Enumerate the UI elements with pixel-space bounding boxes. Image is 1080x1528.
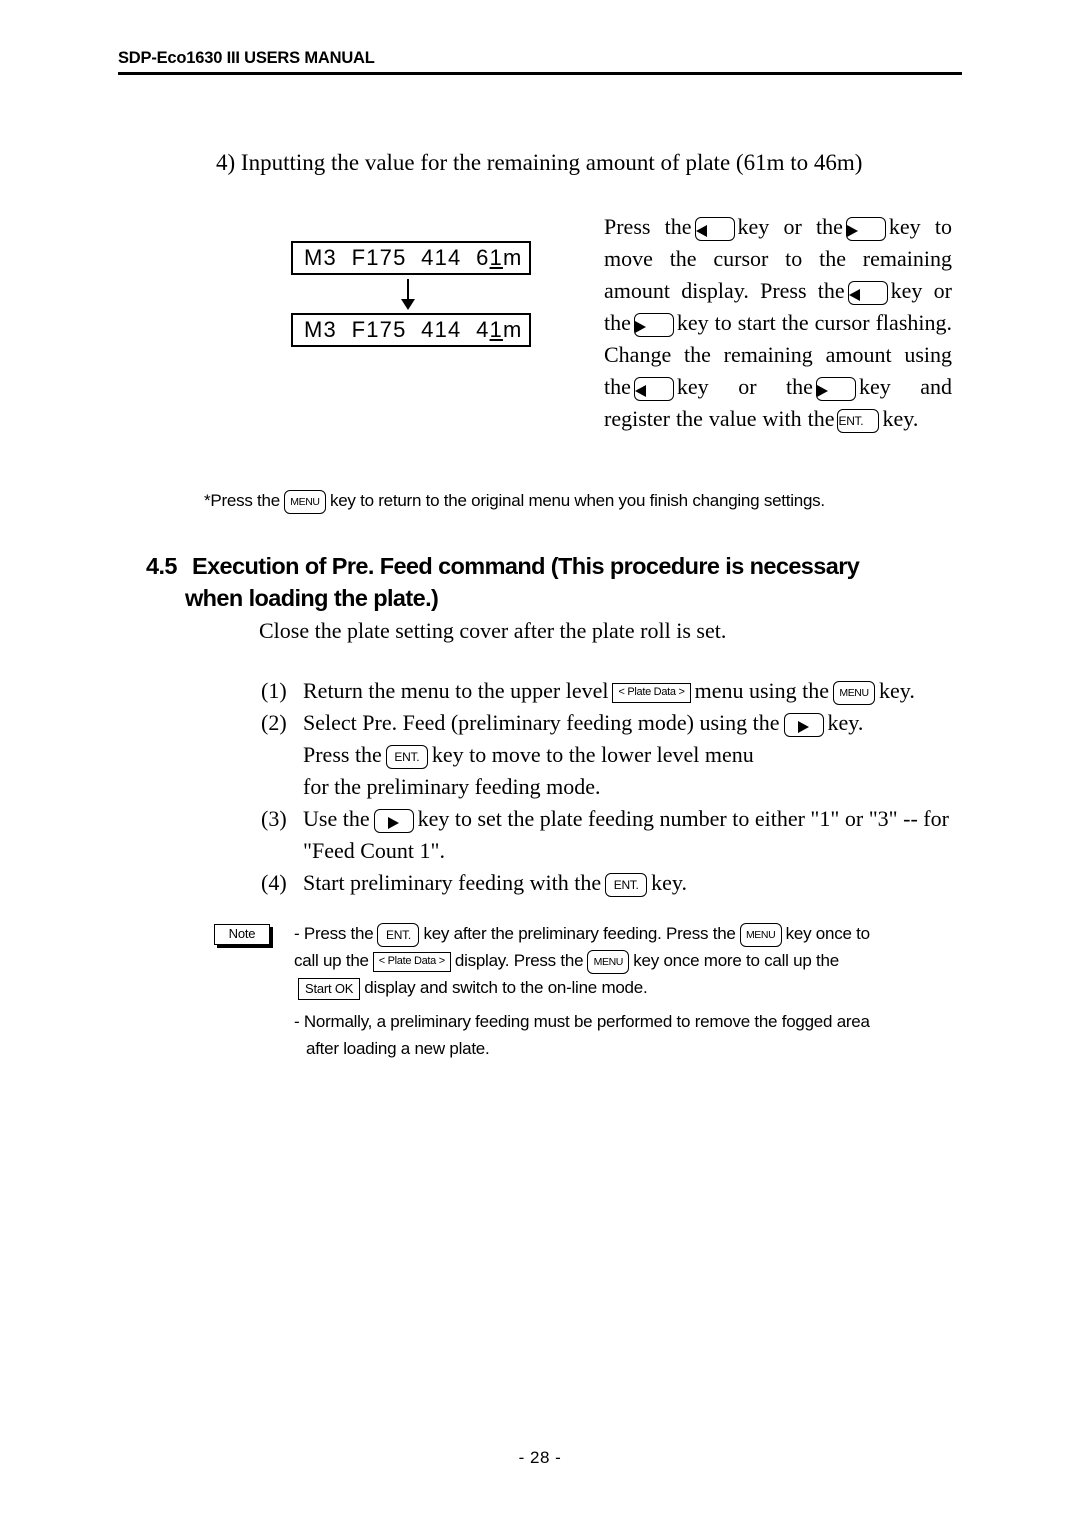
right-arrow-key[interactable] <box>845 216 886 241</box>
right-arrow-icon <box>388 816 400 829</box>
plate-data-tag: < Plate Data > <box>612 682 691 703</box>
ent-key[interactable]: ENT. <box>385 744 428 769</box>
lcd-before-suffix: m <box>502 245 523 270</box>
note-text-2b: display. Press the <box>454 951 584 970</box>
right-arrow-icon <box>634 320 646 333</box>
press-text-2: key or the <box>737 214 843 239</box>
arrow-head <box>401 299 415 310</box>
heading-line-1: Execution of Pre. Feed command (This pro… <box>192 553 860 579</box>
manual-title: SDP-Eco1630 III USERS MANUAL <box>118 49 375 67</box>
menu-return-note: *Press the MENU key to return to the origi… <box>204 489 964 514</box>
right-arrow-icon <box>798 720 810 733</box>
step1-text-3: key. <box>879 678 915 703</box>
right-arrow-icon <box>816 384 828 397</box>
note-body: - Press the ENT. key after the preliminary… <box>294 920 964 1001</box>
lcd-after-prefix: M3 F175 414 4 <box>304 317 490 342</box>
lcd-display-after: M3 F175 414 41m <box>291 313 531 347</box>
menu-key[interactable]: MENU <box>739 922 782 947</box>
step1-text-1: Return the menu to the upper level <box>303 678 609 703</box>
lcd-after-cursor-digit: 1 <box>489 317 503 342</box>
left-arrow-key[interactable] <box>694 216 735 241</box>
menu-key[interactable]: MENU <box>283 489 326 514</box>
step-number: (2) <box>261 710 287 735</box>
left-arrow-key[interactable] <box>847 280 888 305</box>
note-text-3a: display and switch to the on-line mode. <box>364 978 648 997</box>
step2-subline-1: Press the ENT. key to move to the lower le… <box>261 739 863 771</box>
section-4-5-heading: 4.5 Execution of Pre. Feed command (This … <box>146 550 956 614</box>
step-content: Return the menu to the upper level < Plat… <box>303 675 915 707</box>
left-arrow-icon <box>634 384 646 397</box>
header-divider <box>118 72 962 75</box>
left-arrow-icon <box>848 288 860 301</box>
note-text-2c: key once more to call up the <box>633 951 839 970</box>
list-item: (2) Select Pre. Feed (preliminary feeding… <box>261 707 863 803</box>
step-content: Select Pre. Feed (preliminary feeding mo… <box>303 707 863 739</box>
menu-key[interactable]: MENU <box>833 680 876 705</box>
step1-text-2: menu using the <box>694 678 830 703</box>
note-text-1a: - Press the <box>294 924 374 943</box>
step-content: Start preliminary feeding with the ENT. ke… <box>303 867 687 899</box>
step2-sub-text-1: Press the <box>303 742 382 767</box>
step-content: Use the key to set the plate feeding numb… <box>303 803 949 835</box>
lcd-before-cursor-digit: 1 <box>489 245 503 270</box>
arrow-shaft <box>407 279 409 301</box>
start-ok-tag: Start OK <box>298 977 361 1000</box>
press-text-8: key. <box>882 406 919 431</box>
step3-text-1: Use the <box>303 806 370 831</box>
note-text-1c: key once to <box>785 924 870 943</box>
step4-text-2: key. <box>651 870 687 895</box>
note-line-1: - Press the ENT. key after the preliminary… <box>294 920 964 947</box>
press-key-instructions: Press the key or the key to move the curso… <box>604 211 952 435</box>
section-4-title: 4) Inputting the value for the remaining… <box>216 150 863 175</box>
press-text-6: key or the <box>676 374 813 399</box>
step-number: (4) <box>261 870 287 895</box>
ent-key[interactable]: ENT. <box>377 922 420 947</box>
menu-key[interactable]: MENU <box>587 949 630 974</box>
list-item: (1) Return the menu to the upper level < P… <box>261 675 915 707</box>
plate-data-tag: < Plate Data > <box>372 951 451 972</box>
note-text-1b: key after the preliminary feeding. Press… <box>423 924 736 943</box>
right-arrow-icon <box>846 224 858 237</box>
list-item: (4) Start preliminary feeding with the ENT… <box>261 867 687 899</box>
lcd-before-prefix: M3 F175 414 6 <box>304 245 490 270</box>
heading-number: 4.5 <box>146 553 177 579</box>
step3-subline-1: "Feed Count 1". <box>303 838 446 863</box>
page-header: SDP-Eco1630 III USERS MANUAL <box>118 48 962 75</box>
lcd-after-suffix: m <box>502 317 523 342</box>
heading-line-2: when loading the plate.) <box>185 585 439 611</box>
ent-key[interactable]: ENT. <box>837 408 880 433</box>
step2-text-1: Select Pre. Feed (preliminary feeding mo… <box>303 710 780 735</box>
note-line-2: call up the < Plate Data > display. Press … <box>294 947 964 974</box>
right-arrow-key[interactable] <box>783 712 824 737</box>
left-arrow-icon <box>695 224 707 237</box>
step-number: (1) <box>261 678 287 703</box>
list-item: (3) Use the key to set the plate feeding n… <box>261 803 949 867</box>
right-arrow-key[interactable] <box>815 376 856 401</box>
ent-key[interactable]: ENT. <box>605 872 648 897</box>
intro-line: Close the plate setting cover after the … <box>259 618 727 643</box>
left-arrow-key[interactable] <box>633 376 674 401</box>
note-text-2a: call up the <box>294 951 369 970</box>
press-text-1: Press the <box>604 214 692 239</box>
step2-text-2: key. <box>827 710 864 735</box>
lcd-display-group: M3 F175 414 61m M3 F175 414 41m <box>291 241 531 347</box>
step-number: (3) <box>261 806 287 831</box>
menu-note-text-2: key to return to the original menu when … <box>329 491 825 510</box>
down-arrow-icon <box>291 275 531 313</box>
note-tail: - Normally, a preliminary feeding must b… <box>294 1008 964 1062</box>
note-tail-line-1: - Normally, a preliminary feeding must b… <box>294 1012 870 1031</box>
lcd-display-before: M3 F175 414 61m <box>291 241 531 275</box>
step4-text-1: Start preliminary feeding with the <box>303 870 602 895</box>
right-arrow-key[interactable] <box>633 312 674 337</box>
note-badge: Note <box>214 924 270 945</box>
note-tail-line-2: after loading a new plate. <box>306 1039 490 1058</box>
step2-sub-text-2: key to move to the lower level menu <box>431 742 754 767</box>
step3-text-2: key to set the plate feeding number to e… <box>417 806 949 831</box>
right-arrow-key[interactable] <box>373 808 414 833</box>
step2-subline-2: for the preliminary feeding mode. <box>303 774 601 799</box>
note-line-3: Start OK display and switch to the on-lin… <box>294 974 964 1001</box>
page-footer: - 28 - <box>518 1448 562 1467</box>
menu-note-text-1: *Press the <box>204 491 280 510</box>
